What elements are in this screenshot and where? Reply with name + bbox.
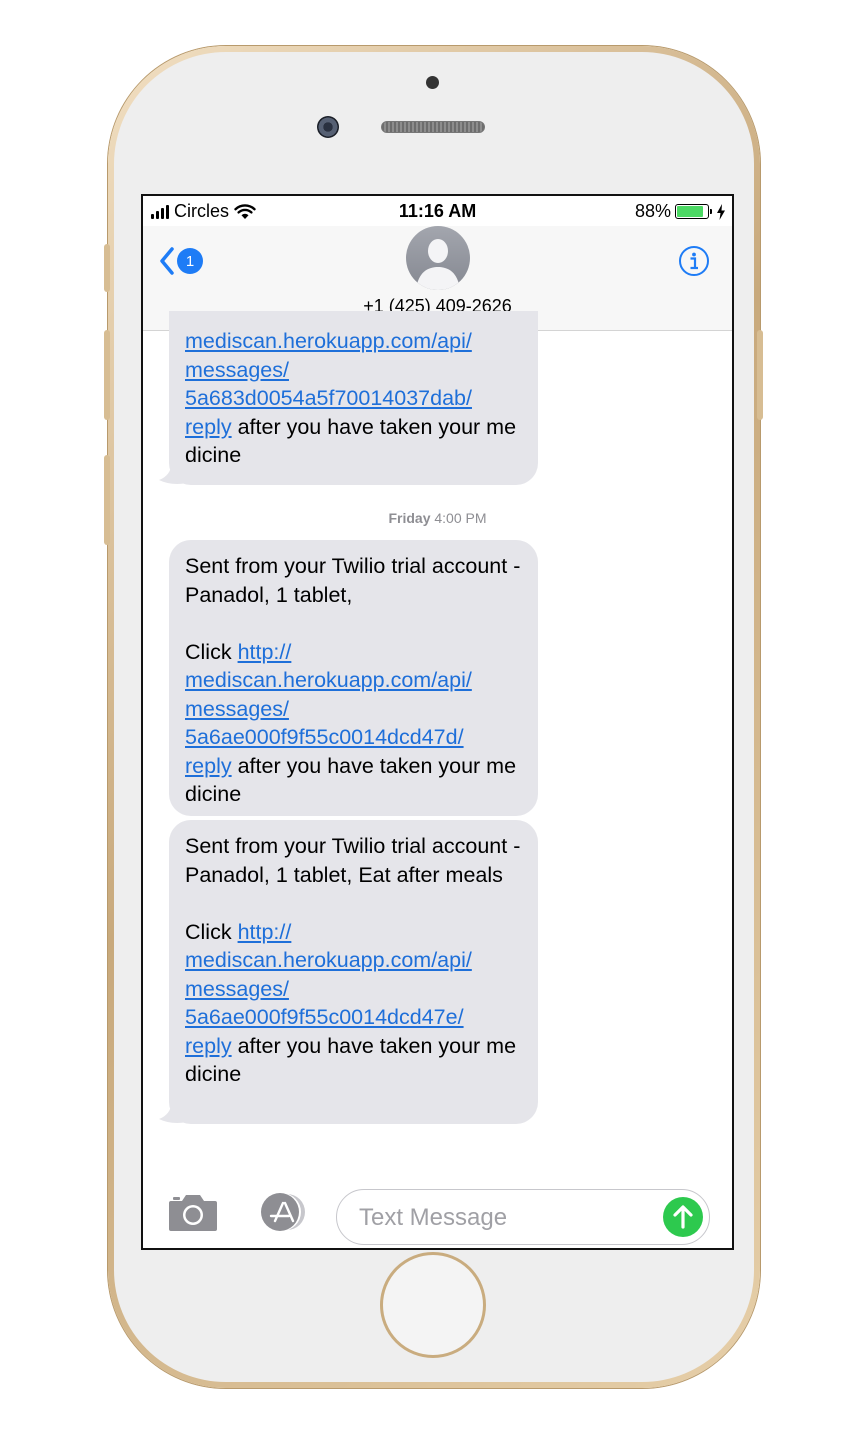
info-icon[interactable] xyxy=(678,245,710,277)
unread-badge: 1 xyxy=(177,248,203,274)
message-link[interactable]: messages/ xyxy=(185,358,289,382)
message-link[interactable]: http:// xyxy=(238,920,292,944)
avatar-icon xyxy=(416,239,460,290)
timestamp-day: Friday xyxy=(388,510,431,526)
battery-percent: 88% xyxy=(634,201,671,221)
screen: Circles 11:16 AM 88% 1 +1 (425) 409-2626… xyxy=(141,194,734,1250)
charging-icon xyxy=(717,203,725,220)
proximity-sensor xyxy=(426,76,439,89)
message-link[interactable]: 5a683d0054a5f70014037dab/ xyxy=(185,386,472,410)
front-camera xyxy=(317,116,339,138)
message-link[interactable]: http:// xyxy=(238,640,292,664)
app-store-icon[interactable] xyxy=(251,1191,309,1233)
message-link[interactable]: 5a6ae000f9f55c0014dcd47e/ xyxy=(185,1005,464,1029)
message-bubble: Sent from your Twilio trial account - Pa… xyxy=(169,540,538,816)
message-timestamp: Friday 4:00 PM xyxy=(143,510,732,526)
status-bar: Circles 11:16 AM 88% xyxy=(143,196,732,226)
message-link[interactable]: reply xyxy=(185,1034,232,1058)
message-link[interactable]: 5a6ae000f9f55c0014dcd47d/ xyxy=(185,725,464,749)
message-link[interactable]: reply xyxy=(185,415,232,439)
message-link[interactable]: reply xyxy=(185,754,232,778)
status-right: 88% xyxy=(635,201,726,222)
back-button[interactable]: 1 xyxy=(159,246,203,276)
power-button xyxy=(757,330,763,420)
message-text: after you have taken your medicine xyxy=(185,753,517,807)
message-link[interactable]: mediscan.herokuapp.com/api/ xyxy=(185,329,472,353)
message-text: Sent from your Twilio trial account - Pa… xyxy=(185,834,521,944)
send-arrow-icon xyxy=(673,1205,693,1229)
timestamp-time: 4:00 PM xyxy=(434,510,487,526)
back-chevron-icon xyxy=(160,247,174,275)
message-bubble: Sent from your Twilio trial account - Pa… xyxy=(169,820,538,1124)
message-link[interactable]: mediscan.herokuapp.com/api/ xyxy=(185,948,472,972)
bubble-tail xyxy=(159,465,187,484)
earpiece-speaker xyxy=(381,121,485,133)
mute-switch xyxy=(104,244,110,292)
text-message-input[interactable] xyxy=(357,1201,651,1235)
bubble-tail xyxy=(159,1104,187,1123)
home-button[interactable] xyxy=(380,1252,486,1358)
camera-icon[interactable] xyxy=(167,1191,219,1233)
message-thread[interactable]: mediscan.herokuapp.com/api/ messages/ 5a… xyxy=(143,311,732,1171)
text-message-field[interactable] xyxy=(336,1189,710,1245)
volume-down-button xyxy=(104,455,110,545)
message-link[interactable]: messages/ xyxy=(185,977,289,1001)
message-text: Sent from your Twilio trial account - Pa… xyxy=(185,554,521,664)
volume-up-button xyxy=(104,330,110,420)
battery-icon xyxy=(675,204,712,219)
message-composer xyxy=(143,1171,732,1248)
message-link[interactable]: messages/ xyxy=(185,697,289,721)
send-button[interactable] xyxy=(663,1197,703,1237)
message-bubble: mediscan.herokuapp.com/api/ messages/ 5a… xyxy=(169,311,538,485)
message-text: after you have taken your medicine xyxy=(185,414,517,468)
message-text: after you have taken your medicine xyxy=(185,1033,517,1087)
avatar[interactable] xyxy=(406,226,470,290)
message-link[interactable]: mediscan.herokuapp.com/api/ xyxy=(185,668,472,692)
